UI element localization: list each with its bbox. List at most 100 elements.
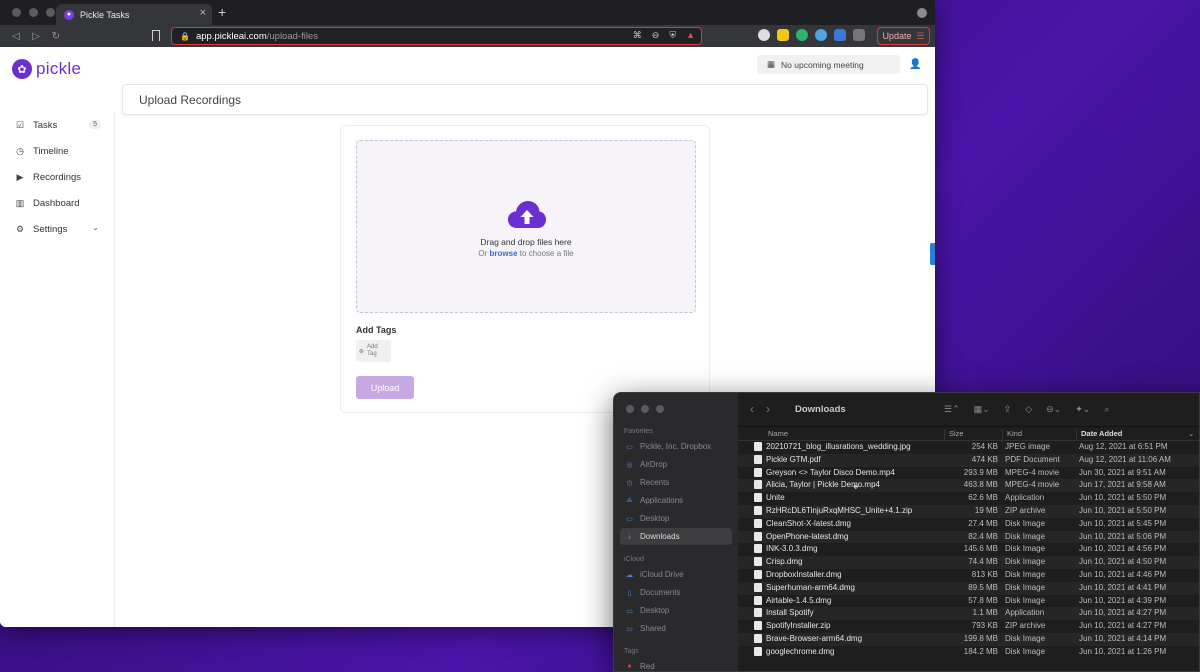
file-row[interactable]: Install Spotify 1.1 MB Application Jun 10, … — [738, 607, 1199, 621]
tab-title: Pickle Tasks — [80, 9, 130, 20]
finder-sidebar: Favorites ▭ Pickle, Inc. Dropbox ◎ AirDrop… — [614, 393, 738, 671]
maximize-window-button[interactable] — [656, 405, 664, 413]
sidebar-item-downloads[interactable]: ⤓ Downloads — [620, 528, 732, 545]
file-icon — [754, 467, 762, 477]
brave-shield-icon[interactable]: ⛨ — [669, 30, 676, 41]
sidebar-item-icloud-desktop[interactable]: ▭ Desktop — [620, 602, 732, 619]
sidebar-item-applications[interactable]: ⟁ Applications — [620, 492, 732, 509]
more-actions-icon[interactable]: ⊖⌄ — [1046, 404, 1061, 415]
finder-main: ‹ › Downloads ☰⌃ ▦⌄ ⇪ ◇ ⊖⌄ ✦⌄ ⌕ Name Siz… — [738, 393, 1199, 671]
file-date-added: Jun 10, 2021 at 5:45 PM — [1079, 518, 1167, 528]
list-view-icon[interactable]: ☰⌃ — [944, 404, 960, 415]
file-row[interactable]: OpenPhone-latest.dmg 82.4 MB Disk Image Jun… — [738, 530, 1199, 544]
icloud-heading: iCloud — [624, 556, 644, 563]
file-row[interactable]: INK-3.0.3.dmg 145.6 MB Disk Image Jun 10, 2… — [738, 543, 1199, 556]
sidebar-item-desktop[interactable]: ▭ Desktop — [620, 510, 732, 527]
column-size[interactable]: Size — [944, 429, 964, 441]
finder-title: Downloads — [795, 404, 846, 415]
file-name-cell: Pickle GTM.pdf — [754, 454, 939, 464]
file-date-added: Jun 17, 2021 at 9:58 AM — [1079, 480, 1166, 490]
column-date-added[interactable]: Date Added — [1076, 429, 1122, 441]
file-row[interactable]: 20210721_blog_illusrations_wedding.jpg 25… — [738, 441, 1199, 454]
brave-rewards-icon[interactable]: ▲ — [686, 30, 695, 41]
sidebar-item-recordings[interactable]: ▶ Recordings — [0, 164, 114, 190]
back-icon[interactable]: ◁ — [6, 31, 26, 42]
file-row[interactable]: Greyson <> Taylor Disco Demo.mp4 293.9 MB… — [738, 467, 1199, 480]
extension-icon[interactable] — [777, 29, 789, 41]
file-name: CleanShot-X-latest.dmg — [766, 518, 851, 528]
sidebar-item-tag-red[interactable]: ● Red — [620, 658, 732, 671]
applications-icon: ⟁ — [626, 496, 633, 504]
browse-link[interactable]: browse — [490, 249, 518, 258]
file-row[interactable]: RzHRcDL6TinjuRxqMHSC_Unite+4.1.zip 19 MB Z… — [738, 504, 1199, 518]
close-window-button[interactable] — [12, 8, 21, 17]
extension-icon[interactable] — [815, 29, 827, 41]
pickle-logo-icon: ✿ — [12, 59, 32, 79]
upcoming-meeting-chip[interactable]: ▦ No upcoming meeting — [757, 55, 900, 74]
extension-icon[interactable] — [758, 29, 770, 41]
sidebar-item-icloud-drive[interactable]: ☁ iCloud Drive — [620, 566, 732, 583]
file-row[interactable]: Pickle GTM.pdf 474 KB PDF Document Aug 12, … — [738, 453, 1199, 467]
tag-icon[interactable]: ◇ — [1025, 404, 1032, 415]
sidebar-item-timeline[interactable]: ◷ Timeline — [0, 138, 114, 164]
sidebar-item-dropbox[interactable]: ▭ Pickle, Inc. Dropbox — [620, 438, 732, 455]
file-row[interactable]: Superhuman-arm64.dmg 89.5 MB Disk Image Jun… — [738, 581, 1199, 595]
file-name: Unite — [766, 493, 785, 503]
command-icon[interactable]: ⌘ — [633, 30, 642, 41]
sidebar-item-recents[interactable]: ◷ Recents — [620, 474, 732, 491]
minimize-window-button[interactable] — [29, 8, 38, 17]
sidebar-item-dashboard[interactable]: ▥ Dashboard — [0, 190, 114, 216]
close-window-button[interactable] — [626, 405, 634, 413]
minimize-window-button[interactable] — [641, 405, 649, 413]
column-name[interactable]: Name — [768, 429, 788, 438]
update-button[interactable]: Update ☰ — [877, 27, 930, 45]
file-name: DropboxInstaller.dmg — [766, 569, 842, 579]
address-bar[interactable]: 🔒 app.pickleai.com/upload-files ⌘ ⊖ ⛨ ▲ — [171, 27, 702, 45]
file-size: 1.1 MB — [972, 608, 998, 618]
add-tag-button[interactable]: ⊕ Add Tag — [356, 340, 391, 362]
file-row[interactable]: DropboxInstaller.dmg 813 KB Disk Image Jun … — [738, 569, 1199, 582]
tab-close-icon[interactable]: × — [200, 7, 206, 19]
sidebar-item-shared[interactable]: ▭ Shared — [620, 620, 732, 637]
file-row[interactable]: Alicia, Taylor | Pickle Demo.mp4 463.8 MB… — [738, 479, 1199, 493]
back-icon[interactable]: ‹ — [750, 402, 754, 416]
sidebar-item-label: Desktop — [640, 514, 670, 523]
zoom-icon[interactable]: ⊖ — [652, 30, 660, 41]
sidebar-item-tasks[interactable]: ☑ Tasks 5 — [0, 112, 114, 138]
forward-icon[interactable]: ▷ — [26, 31, 46, 42]
forward-icon[interactable]: › — [766, 402, 770, 416]
side-panel-handle[interactable] — [930, 243, 935, 265]
browser-tab[interactable]: ● Pickle Tasks × — [56, 4, 212, 25]
file-row[interactable]: Airtable-1.4.5.dmg 57.8 MB Disk Image Jun 1… — [738, 595, 1199, 608]
extension-icon[interactable] — [834, 29, 846, 41]
dropbox-icon[interactable]: ✦⌄ — [1075, 404, 1090, 415]
reload-icon[interactable]: ↻ — [46, 31, 66, 42]
file-row[interactable]: Crisp.dmg 74.4 MB Disk Image Jun 10, 2021 a… — [738, 556, 1199, 569]
gear-icon: ⚙ — [15, 223, 25, 234]
grid-view-icon[interactable]: ▦⌄ — [974, 404, 990, 415]
share-icon[interactable]: ⇪ — [1004, 404, 1012, 415]
maximize-window-button[interactable] — [46, 8, 55, 17]
file-row[interactable]: googlechrome.dmg 184.2 MB Disk Image Jun 10… — [738, 646, 1199, 659]
pickle-logo[interactable]: ✿ pickle — [12, 59, 81, 79]
file-row[interactable]: Brave-Browser-arm64.dmg 199.8 MB Disk Imag… — [738, 632, 1199, 646]
file-row[interactable]: CleanShot-X-latest.dmg 27.4 MB Disk Image J… — [738, 518, 1199, 531]
sidebar-item-airdrop[interactable]: ◎ AirDrop — [620, 456, 732, 473]
column-kind[interactable]: Kind — [1002, 429, 1022, 441]
puzzle-icon[interactable] — [853, 29, 865, 41]
bookmark-icon[interactable] — [152, 30, 160, 41]
upload-button[interactable]: Upload — [356, 376, 414, 399]
file-row[interactable]: Unite 62.6 MB Application Jun 10, 2021 at 5… — [738, 492, 1199, 505]
account-icon[interactable] — [917, 8, 927, 18]
file-row[interactable]: SpotifyInstaller.zip 793 KB ZIP archive Jun… — [738, 620, 1199, 633]
file-date-added: Jun 10, 2021 at 4:39 PM — [1079, 595, 1167, 605]
file-kind: PDF Document — [1005, 454, 1060, 464]
new-tab-icon[interactable]: + — [218, 4, 226, 20]
file-size: 184.2 MB — [963, 646, 998, 656]
search-icon[interactable]: ⌕ — [1104, 404, 1109, 415]
sidebar-item-documents[interactable]: ▯ Documents — [620, 584, 732, 601]
sidebar-item-settings[interactable]: ⚙ Settings ⌄ — [0, 216, 114, 242]
grammarly-icon[interactable] — [796, 29, 808, 41]
file-dropzone[interactable]: Drag and drop files here Or browse to ch… — [356, 140, 696, 313]
user-icon[interactable]: 👤 — [909, 59, 921, 70]
